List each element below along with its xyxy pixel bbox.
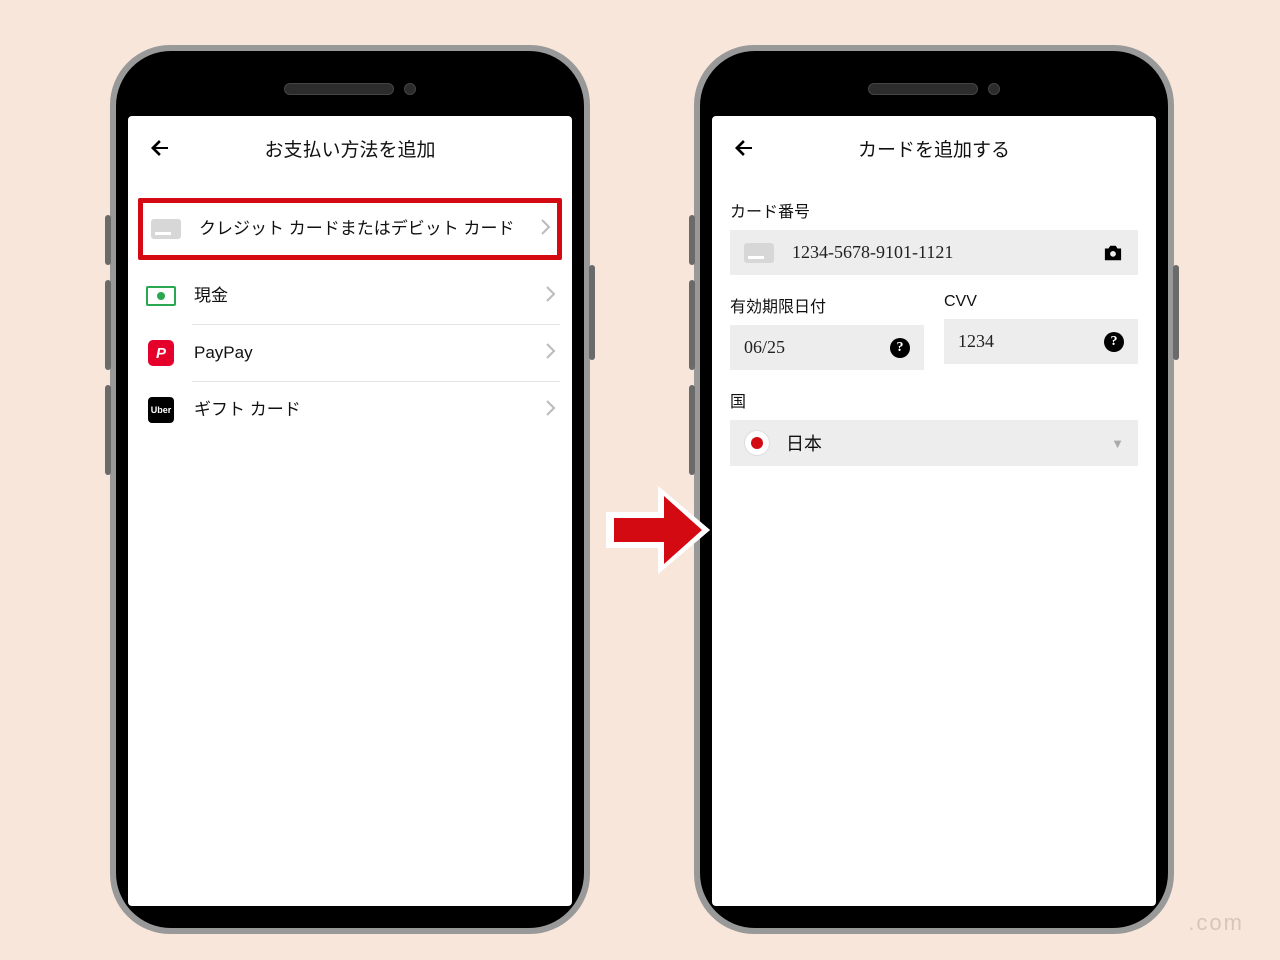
flag-japan-icon bbox=[744, 430, 770, 456]
help-icon[interactable]: ? bbox=[1104, 332, 1124, 352]
chevron-right-icon bbox=[546, 400, 556, 421]
option-credit-debit-card[interactable]: クレジット カードまたはデビット カード bbox=[143, 203, 557, 255]
card-icon bbox=[149, 217, 183, 241]
flow-arrow-icon bbox=[598, 470, 718, 590]
screen-add-payment-method: お支払い方法を追加 クレジット カードまたはデビット カード 現金 bbox=[128, 116, 572, 906]
page-title: お支払い方法を追加 bbox=[178, 135, 522, 162]
option-label: 現金 bbox=[194, 285, 546, 308]
side-button bbox=[105, 215, 111, 265]
input-expiry[interactable]: 06/25 ? bbox=[730, 325, 924, 370]
side-button bbox=[105, 280, 111, 370]
expiry-value: 06/25 bbox=[744, 337, 890, 358]
side-button bbox=[1173, 265, 1179, 360]
cash-icon bbox=[144, 284, 178, 308]
select-country[interactable]: 日本 ▼ bbox=[730, 420, 1138, 466]
card-icon bbox=[744, 243, 774, 263]
card-form: カード番号 1234-5678-9101-1121 有効期限日付 06/25 ? bbox=[712, 198, 1156, 466]
option-label: PayPay bbox=[194, 342, 546, 365]
highlight-credit-card: クレジット カードまたはデビット カード bbox=[138, 198, 562, 260]
screen-add-card: カードを追加する カード番号 1234-5678-9101-1121 有効期限日… bbox=[712, 116, 1156, 906]
label-cvv: CVV bbox=[944, 293, 1138, 311]
chevron-right-icon bbox=[546, 343, 556, 364]
back-button[interactable] bbox=[726, 130, 762, 166]
side-button bbox=[589, 265, 595, 360]
input-cvv[interactable]: 1234 ? bbox=[944, 319, 1138, 364]
arrow-left-icon bbox=[732, 136, 756, 160]
cvv-value: 1234 bbox=[958, 331, 1104, 352]
phone-left: お支払い方法を追加 クレジット カードまたはデビット カード 現金 bbox=[110, 45, 590, 934]
option-paypay[interactable]: P PayPay bbox=[134, 325, 566, 381]
chevron-down-icon: ▼ bbox=[1111, 436, 1124, 451]
uber-icon: Uber bbox=[144, 398, 178, 422]
label-expiry: 有効期限日付 bbox=[730, 293, 924, 317]
phone-notch bbox=[712, 61, 1156, 116]
option-label: ギフト カード bbox=[194, 399, 546, 422]
page-title: カードを追加する bbox=[762, 135, 1106, 162]
chevron-right-icon bbox=[546, 286, 556, 307]
side-button bbox=[689, 215, 695, 265]
app-header: カードを追加する bbox=[712, 116, 1156, 180]
app-header: お支払い方法を追加 bbox=[128, 116, 572, 180]
option-label: クレジット カードまたはデビット カード bbox=[199, 218, 541, 241]
label-country: 国 bbox=[730, 388, 1138, 412]
side-button bbox=[105, 385, 111, 475]
back-button[interactable] bbox=[142, 130, 178, 166]
camera-icon[interactable] bbox=[1102, 244, 1124, 262]
paypay-icon: P bbox=[144, 341, 178, 365]
phone-notch bbox=[128, 61, 572, 116]
watermark: .com bbox=[1188, 910, 1244, 936]
label-card-number: カード番号 bbox=[730, 198, 1138, 222]
side-button bbox=[689, 280, 695, 370]
arrow-left-icon bbox=[148, 136, 172, 160]
option-cash[interactable]: 現金 bbox=[134, 268, 566, 324]
help-icon[interactable]: ? bbox=[890, 338, 910, 358]
phone-right: カードを追加する カード番号 1234-5678-9101-1121 有効期限日… bbox=[694, 45, 1174, 934]
side-button bbox=[689, 385, 695, 475]
input-card-number[interactable]: 1234-5678-9101-1121 bbox=[730, 230, 1138, 275]
card-number-value: 1234-5678-9101-1121 bbox=[792, 242, 1102, 263]
option-gift-card[interactable]: Uber ギフト カード bbox=[134, 382, 566, 438]
payment-options-list: クレジット カードまたはデビット カード 現金 P bbox=[128, 198, 572, 438]
chevron-right-icon bbox=[541, 219, 551, 240]
country-value: 日本 bbox=[786, 430, 1111, 456]
